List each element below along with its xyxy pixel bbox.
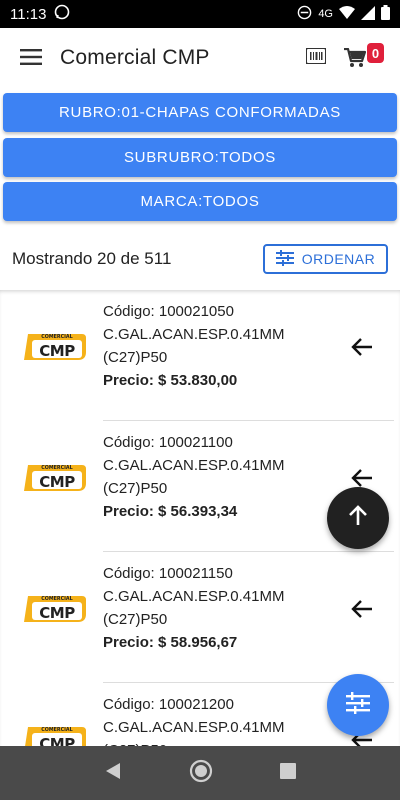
scroll-to-top-button[interactable]	[327, 487, 389, 549]
logo-top-text: COMERCIAL	[41, 596, 72, 602]
product-price: Precio: $ 53.830,00	[103, 372, 238, 389]
whatsapp-icon	[54, 4, 70, 24]
cart-badge: 0	[367, 43, 384, 63]
arrow-up-icon	[347, 504, 369, 532]
results-header: Mostrando 20 de 511 ORDENAR	[0, 236, 400, 282]
marca-filter-button[interactable]: MARCA:TODOS	[3, 182, 397, 221]
signal-icon	[361, 5, 375, 23]
product-info: Código: 100021100 C.GAL.ACAN.ESP.0.41MM …	[103, 431, 284, 523]
product-info: Código: 100021150 C.GAL.ACAN.ESP.0.41MM …	[103, 562, 284, 654]
product-price: Precio: $ 56.393,34	[103, 503, 238, 520]
product-list-item[interactable]: COMERCIAL CMP Código: 100021150 C.GAL.AC…	[0, 552, 400, 683]
logo-main-text: CMP	[39, 735, 75, 746]
cart-icon	[344, 47, 367, 73]
cmp-logo: COMERCIAL CMP	[24, 592, 86, 626]
network-label: 4G	[318, 8, 333, 20]
product-name-line-1: C.GAL.ACAN.ESP.0.41MM	[103, 588, 285, 605]
product-name-line-1: C.GAL.ACAN.ESP.0.41MM	[103, 719, 285, 736]
product-code: Código: 100021200	[103, 696, 234, 713]
results-count: Mostrando 20 de 511	[12, 249, 172, 268]
app-bar: Comercial CMP 0	[0, 28, 400, 88]
wifi-icon	[339, 5, 355, 23]
logo-main-text: CMP	[39, 473, 75, 491]
battery-icon	[381, 5, 390, 23]
logo-top-text: COMERCIAL	[41, 727, 72, 733]
do-not-disturb-icon	[297, 5, 312, 23]
logo-main-text: CMP	[39, 342, 75, 360]
product-code: Código: 100021100	[103, 434, 233, 451]
product-list-item[interactable]: COMERCIAL CMP Código: 100021050 C.GAL.AC…	[0, 290, 400, 421]
product-name-line-1: C.GAL.ACAN.ESP.0.41MM	[103, 457, 285, 474]
tune-icon	[275, 249, 294, 269]
cart-button[interactable]: 0	[344, 43, 384, 73]
product-info: Código: 100021200 C.GAL.ACAN.ESP.0.41MM …	[103, 693, 284, 746]
tune-icon	[346, 691, 370, 719]
recents-nav-icon[interactable]	[280, 762, 297, 784]
menu-icon[interactable]	[20, 48, 42, 71]
cmp-logo: COMERCIAL CMP	[24, 723, 86, 746]
order-button[interactable]: ORDENAR	[263, 244, 388, 274]
product-code: Código: 100021050	[103, 303, 234, 320]
filter-fab-button[interactable]	[327, 674, 389, 736]
logo-top-text: COMERCIAL	[41, 334, 72, 340]
subrubro-filter-button[interactable]: SUBRUBRO:TODOS	[3, 138, 397, 177]
product-code: Código: 100021150	[103, 565, 233, 582]
status-time: 11:13	[10, 5, 47, 23]
product-name-line-2: (C27)P50	[103, 349, 168, 366]
home-nav-icon[interactable]	[189, 759, 213, 788]
logo-top-text: COMERCIAL	[41, 465, 72, 471]
product-name-line-2: (C27)P50	[103, 739, 284, 746]
cmp-logo: COMERCIAL CMP	[24, 461, 86, 495]
back-nav-icon[interactable]	[104, 762, 122, 785]
rubro-filter-button[interactable]: RUBRO:01-CHAPAS CONFORMADAS	[3, 93, 397, 132]
system-nav-bar	[0, 746, 400, 800]
arrow-left-icon[interactable]	[350, 335, 374, 359]
barcode-scanner-icon[interactable]	[305, 46, 327, 69]
status-bar: 11:13 4G	[0, 0, 400, 28]
product-name-line-1: C.GAL.ACAN.ESP.0.41MM	[103, 326, 285, 343]
product-info: Código: 100021050 C.GAL.ACAN.ESP.0.41MM …	[103, 300, 284, 392]
product-name-line-2: (C27)P50	[103, 480, 168, 497]
logo-main-text: CMP	[39, 604, 75, 622]
order-label: ORDENAR	[301, 251, 376, 267]
product-name-line-2: (C27)P50	[103, 611, 168, 628]
cmp-logo: COMERCIAL CMP	[24, 330, 86, 364]
app-title: Comercial CMP	[60, 46, 210, 69]
arrow-left-icon[interactable]	[350, 597, 374, 621]
product-price: Precio: $ 58.956,67	[103, 634, 238, 651]
